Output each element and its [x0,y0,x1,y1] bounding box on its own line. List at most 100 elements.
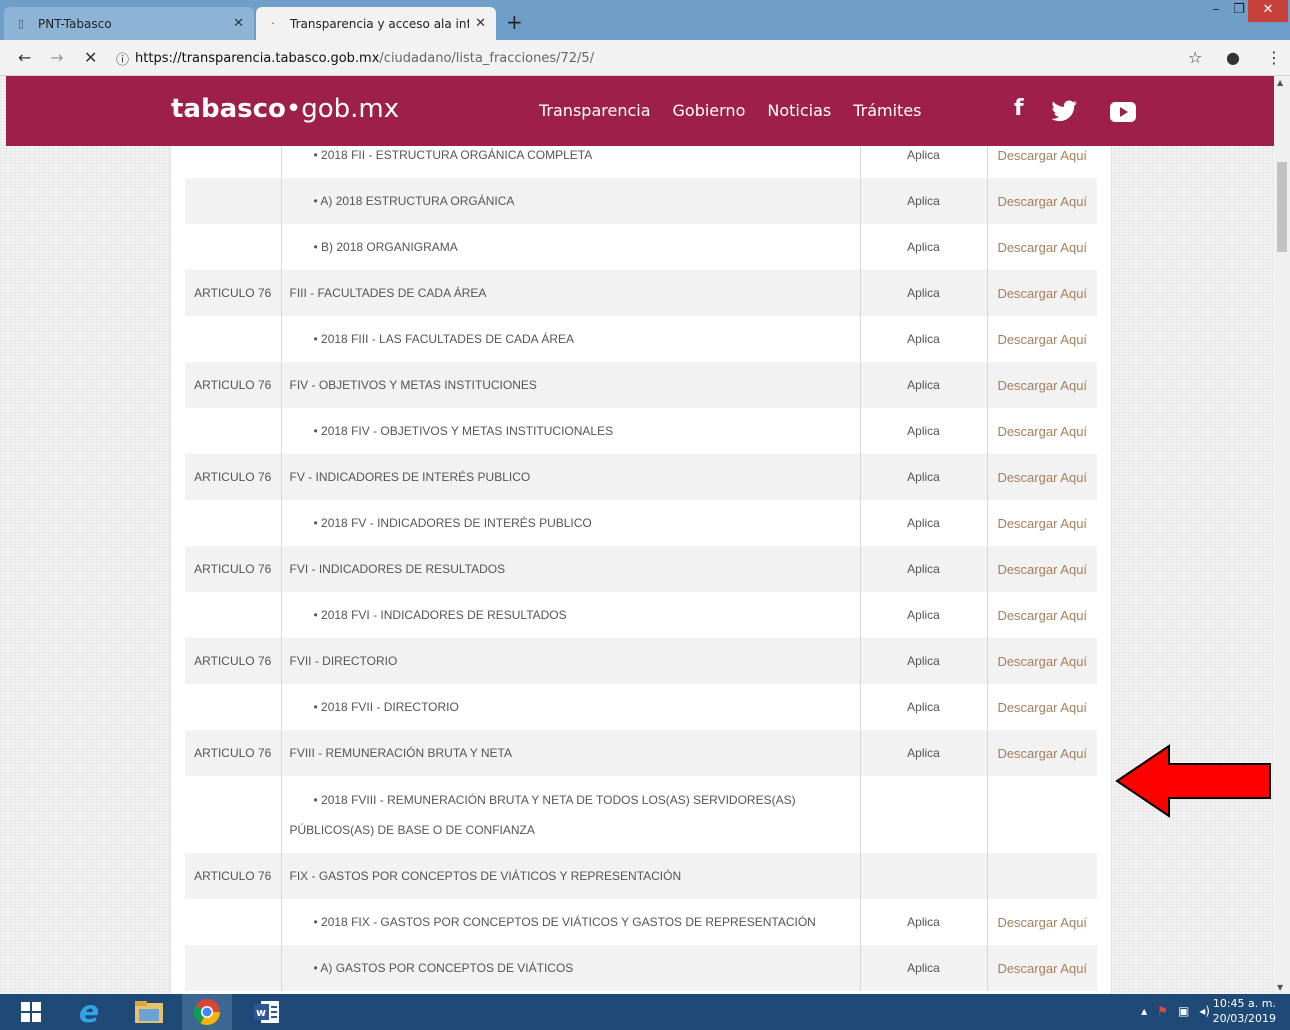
tab-title: PNT-Tabasco [38,16,112,31]
article-cell: ARTICULO 76 [185,270,282,316]
scroll-down-arrow-icon[interactable]: ▼ [1277,983,1283,992]
nav-link-transparencia[interactable]: Transparencia [539,101,651,120]
new-tab-button[interactable]: + [506,10,523,34]
download-link[interactable]: Descargar Aquí [987,408,1097,454]
article-cell [185,224,282,270]
download-link[interactable] [987,776,1097,853]
download-link[interactable]: Descargar Aquí [987,546,1097,592]
loading-icon: · [271,16,275,30]
word-icon: w [254,1001,279,1023]
fraction-cell: • 2018 FV - INDICADORES DE INTERÉS PUBLI… [281,500,861,546]
close-tab-icon[interactable]: ✕ [475,16,486,31]
url-path: /ciudadano/lista_fracciones/72/5/ [379,50,595,66]
nav-link-gobierno[interactable]: Gobierno [673,101,746,120]
nav-link-noticias[interactable]: Noticias [767,101,831,120]
menu-dots-icon[interactable]: ⋮ [1266,48,1282,67]
internet-explorer-button[interactable]: e [64,994,114,1030]
fraction-cell: • 2018 FIX - GASTOS POR CONCEPTOS DE VIÁ… [281,899,861,945]
address-bar: ← → ✕ ⓘ https://transparencia.tabasco.go… [0,40,1290,76]
article-cell: ARTICULO 76 [185,362,282,408]
download-link[interactable]: Descargar Aquí [987,684,1097,730]
fractions-table: • 2018 FII - ESTRUCTURA ORGÁNICA COMPLET… [185,132,1097,991]
download-link[interactable]: Descargar Aquí [987,899,1097,945]
article-cell [185,899,282,945]
twitter-icon[interactable] [1052,100,1078,122]
download-link[interactable]: Descargar Aquí [987,362,1097,408]
aplica-cell: Aplica [860,684,988,730]
fraction-cell: • B) 2018 ORGANIGRAMA [281,224,861,270]
vertical-scrollbar[interactable]: ▲ ▼ [1274,76,1290,994]
aplica-cell: Aplica [860,454,988,500]
table-row: • A) 2018 ESTRUCTURA ORGÁNICA Aplica Des… [185,178,1097,224]
clock-date: 20/03/2019 [1212,1012,1276,1025]
youtube-icon[interactable] [1110,102,1136,122]
browser-tab-transparencia[interactable]: · Transparencia y acceso ala inform ✕ [256,7,496,40]
close-tab-icon[interactable]: ✕ [233,16,244,31]
main-nav: Transparencia Gobierno Noticias Trámites [539,101,922,120]
fraction-cell: FV - INDICADORES DE INTERÉS PUBLICO [281,454,861,500]
browser-tab-bar: ▯ PNT-Tabasco ✕ · Transparencia y acceso… [0,0,1290,40]
article-cell [185,500,282,546]
fraction-cell: • 2018 FIV - OBJETIVOS Y METAS INSTITUCI… [281,408,861,454]
download-link[interactable]: Descargar Aquí [987,454,1097,500]
scroll-up-arrow-icon[interactable]: ▲ [1277,78,1283,87]
download-link[interactable]: Descargar Aquí [987,730,1097,776]
scrollbar-thumb[interactable] [1277,162,1287,252]
site-logo[interactable]: tabasco•gob.mx [171,94,399,124]
aplica-cell: Aplica [860,730,988,776]
red-arrow-annotation [1115,744,1271,818]
logo-bold-text: tabasco [171,94,286,124]
article-cell [185,684,282,730]
show-hidden-icons-icon[interactable]: ▴ [1141,1004,1147,1018]
profile-icon[interactable]: ● [1226,48,1240,67]
info-icon[interactable]: ⓘ [116,49,129,68]
stop-loading-icon[interactable]: ✕ [84,48,97,67]
volume-icon[interactable]: ◂) [1199,1004,1210,1018]
restore-button[interactable]: ❐ [1228,0,1250,22]
taskbar-clock[interactable]: 10:45 a. m. 20/03/2019 [1212,996,1276,1026]
bookmark-star-icon[interactable]: ☆ [1188,48,1202,67]
start-button[interactable] [6,994,56,1030]
aplica-cell: Aplica [860,638,988,684]
table-row: ARTICULO 76 FVIII - REMUNERACIÓN BRUTA Y… [185,730,1097,776]
table-row: • B) 2018 ORGANIGRAMA Aplica Descargar A… [185,224,1097,270]
fraction-cell: • 2018 FVIII - REMUNERACIÓN BRUTA Y NETA… [281,776,861,853]
network-icon[interactable]: ▣ [1178,1004,1189,1018]
browser-tab-pnt[interactable]: ▯ PNT-Tabasco ✕ [4,7,254,40]
fraction-cell: FIV - OBJETIVOS Y METAS INSTITUCIONES [281,362,861,408]
download-link[interactable]: Descargar Aquí [987,592,1097,638]
nav-link-tramites[interactable]: Trámites [853,101,921,120]
article-cell: ARTICULO 76 [185,546,282,592]
download-link[interactable]: Descargar Aquí [987,638,1097,684]
file-explorer-button[interactable] [124,994,174,1030]
minimize-button[interactable]: – [1204,0,1228,22]
download-link[interactable]: Descargar Aquí [987,270,1097,316]
download-link[interactable] [987,853,1097,899]
close-window-button[interactable]: ✕ [1248,0,1288,22]
download-link[interactable]: Descargar Aquí [987,945,1097,991]
download-link[interactable]: Descargar Aquí [987,178,1097,224]
back-arrow-icon[interactable]: ← [18,48,31,67]
table-row: ARTICULO 76 FV - INDICADORES DE INTERÉS … [185,454,1097,500]
word-button[interactable]: w [242,994,292,1030]
chrome-button[interactable] [182,994,232,1030]
fraction-cell: FVIII - REMUNERACIÓN BRUTA Y NETA [281,730,861,776]
download-link[interactable]: Descargar Aquí [987,316,1097,362]
article-cell [185,178,282,224]
article-cell [185,408,282,454]
fraction-cell: • 2018 FIII - LAS FACULTADES DE CADA ÁRE… [281,316,861,362]
fraction-cell: • A) 2018 ESTRUCTURA ORGÁNICA [281,178,861,224]
aplica-cell: Aplica [860,500,988,546]
flag-notification-icon[interactable]: ⚑ [1157,1004,1168,1018]
download-link[interactable]: Descargar Aquí [987,224,1097,270]
forward-arrow-icon[interactable]: → [50,48,63,67]
table-row: ARTICULO 76 FIV - OBJETIVOS Y METAS INST… [185,362,1097,408]
facebook-icon[interactable]: f [1014,96,1024,121]
aplica-cell: Aplica [860,178,988,224]
download-link[interactable]: Descargar Aquí [987,500,1097,546]
table-row: • 2018 FIII - LAS FACULTADES DE CADA ÁRE… [185,316,1097,362]
fraction-cell: FVI - INDICADORES DE RESULTADOS [281,546,861,592]
table-row: • 2018 FVI - INDICADORES DE RESULTADOS A… [185,592,1097,638]
url-field[interactable]: ⓘ https://transparencia.tabasco.gob.mx/c… [116,45,1176,71]
page-icon: ▯ [17,16,25,30]
